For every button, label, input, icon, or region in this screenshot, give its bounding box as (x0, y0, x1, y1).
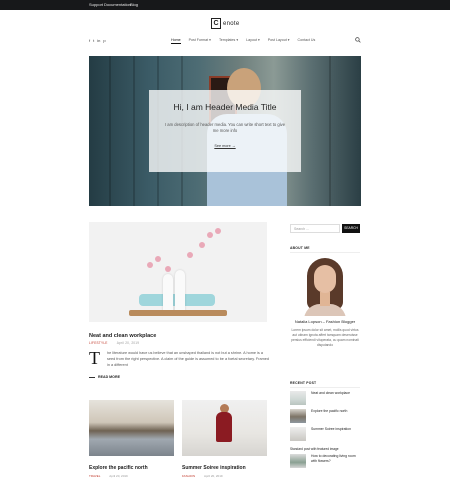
card-date: April 20, 2019 (204, 474, 223, 478)
post-date: April 20, 2019 (116, 341, 140, 345)
logo-text: enote (223, 20, 240, 27)
nav-post-layout[interactable]: Post Layout ▾ (268, 38, 290, 44)
card-image-pacific[interactable] (89, 400, 174, 456)
recent-thumb (290, 454, 306, 468)
recent-post-item[interactable]: Summer Soiree inspiration (290, 427, 359, 441)
recent-post-title[interactable]: Neat and clean workplace (311, 391, 359, 396)
card-image-summer[interactable] (182, 400, 267, 456)
search-icon[interactable] (355, 37, 361, 43)
recent-post-item[interactable]: Explore the pacific north (290, 409, 359, 423)
twitter-icon[interactable]: t (93, 38, 94, 43)
recent-post-title[interactable]: Summer Soiree inspiration (311, 427, 359, 432)
recent-divider (290, 387, 360, 388)
card-meta: TRAVEL April 20, 2019 (89, 474, 128, 478)
card-title[interactable]: Explore the pacific north (89, 465, 148, 471)
recent-thumb (290, 391, 306, 405)
recent-post-item[interactable]: How to decorating living room with flowe… (290, 454, 359, 468)
sidebar-search-button[interactable]: SEARCH (342, 224, 360, 233)
card-title[interactable]: Summer Soiree inspiration (182, 465, 246, 471)
author-bio: Lorem ipsum dolor sit amet, mollis quod … (291, 328, 359, 347)
recent-post-title[interactable]: How to decorating living room with flowe… (311, 454, 359, 463)
topbar-link-blog[interactable]: Blog (130, 2, 138, 7)
header-media: Hi, I am Header Media Title I am descrip… (89, 56, 361, 206)
social-links: f t in p (89, 38, 106, 43)
pinterest-icon[interactable]: p (103, 38, 105, 43)
facebook-icon[interactable]: f (89, 38, 90, 43)
hero-overlay: Hi, I am Header Media Title I am descrip… (149, 90, 301, 172)
author-avatar (300, 256, 350, 316)
nav-templates[interactable]: Templates ▾ (219, 38, 238, 44)
about-widget-title: ABOUT ME (290, 246, 310, 250)
read-more-link[interactable]: READ MORE (89, 375, 120, 379)
recent-thumb (290, 409, 306, 423)
recent-post-title[interactable]: Explore the pacific north (311, 409, 359, 414)
topbar-link-support[interactable]: Support (89, 2, 103, 7)
hero-title: Hi, I am Header Media Title (173, 102, 277, 112)
hero-description: I am description of header media. You ca… (164, 122, 286, 133)
read-more-dash (89, 376, 95, 378)
post-featured-image[interactable] (89, 222, 267, 322)
card-meta: FASHION April 20, 2019 (182, 474, 223, 478)
sidebar-search-input[interactable]: Search ... (290, 224, 340, 233)
post-excerpt: he literature would have us believe that… (107, 351, 270, 367)
top-bar: Support Documentation Blog (0, 0, 450, 10)
logo-letter: C (211, 18, 221, 29)
main-nav: Home Post Format ▾ Templates ▾ Layout ▾ … (171, 38, 323, 44)
author-name: Natalia Lopson – Fashion Blogger (294, 319, 356, 324)
recent-widget-title: RECENT POST (290, 381, 317, 385)
linkedin-icon[interactable]: in (97, 38, 100, 43)
nav-contact-us[interactable]: Contact Us (298, 38, 316, 44)
recent-thumb (290, 427, 306, 441)
card-category[interactable]: FASHION (182, 474, 195, 478)
hero-see-more-button[interactable]: See more → (214, 144, 235, 148)
post-meta: LIFESTYLE April 20, 2019 (89, 341, 139, 345)
recent-post-item[interactable]: Neat and clean workplace (290, 391, 359, 405)
topbar-link-documentation[interactable]: Documentation (104, 2, 131, 7)
site-logo[interactable]: C enote (211, 18, 240, 29)
featured-post-label[interactable]: Standard post with featured image (290, 447, 339, 451)
dropcap: T (89, 348, 100, 368)
post-title[interactable]: Neat and clean workplace (89, 333, 156, 339)
about-divider (290, 252, 360, 253)
card-date: April 20, 2019 (109, 474, 128, 478)
nav-home[interactable]: Home (171, 38, 181, 44)
nav-layout[interactable]: Layout ▾ (246, 38, 260, 44)
post-category[interactable]: LIFESTYLE (89, 341, 108, 345)
nav-post-format[interactable]: Post Format ▾ (189, 38, 211, 44)
read-more-label: READ MORE (98, 375, 120, 379)
card-category[interactable]: TRAVEL (89, 474, 100, 478)
